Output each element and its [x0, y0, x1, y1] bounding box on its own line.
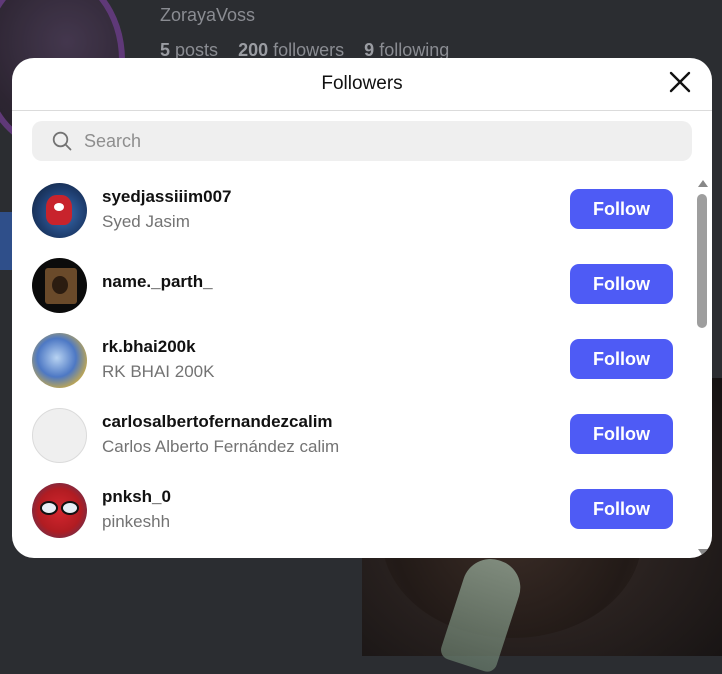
followers-list: syedjassiiim007 Syed Jasim Follow name._… — [12, 171, 712, 558]
follower-username[interactable]: pnksh_0 — [102, 485, 171, 509]
follower-username[interactable]: syedjassiiim007 — [102, 185, 231, 209]
profile-username: ZorayaVoss — [160, 5, 256, 25]
scroll-down-arrow-icon[interactable] — [698, 549, 708, 556]
avatar[interactable] — [32, 183, 87, 238]
search-icon — [52, 131, 72, 151]
list-item[interactable]: pnksh_0 pinkeshh Follow — [32, 481, 684, 541]
list-item[interactable]: syedjassiiim007 Syed Jasim Follow — [32, 181, 684, 241]
follow-button[interactable]: Follow — [570, 264, 673, 304]
follow-button[interactable]: Follow — [570, 414, 673, 454]
follower-username[interactable]: carlosalbertofernandezcalim — [102, 410, 339, 434]
follower-fullname: pinkeshh — [102, 512, 171, 531]
list-item[interactable]: name._parth_ Follow — [32, 256, 684, 316]
close-icon — [669, 71, 691, 98]
follow-button[interactable]: Follow — [570, 339, 673, 379]
list-item[interactable]: rk.bhai200k RK BHAI 200K Follow — [32, 331, 684, 391]
close-button[interactable] — [666, 70, 694, 98]
scrollbar[interactable] — [696, 180, 708, 556]
search-input[interactable] — [82, 129, 646, 153]
follower-username[interactable]: name._parth_ — [102, 270, 213, 294]
list-item[interactable]: carlosalbertofernandezcalim Carlos Alber… — [32, 406, 684, 466]
follower-fullname: Syed Jasim — [102, 212, 190, 231]
followers-modal: Followers syedjassiiim007 Syed Jasim Fol… — [12, 58, 712, 558]
avatar-placeholder[interactable] — [32, 408, 87, 463]
follower-fullname: Carlos Alberto Fernández calim — [102, 437, 340, 456]
search-bar[interactable] — [32, 121, 692, 161]
modal-title: Followers — [321, 73, 403, 94]
scrollbar-thumb[interactable] — [697, 194, 707, 328]
follow-button[interactable]: Follow — [570, 189, 673, 229]
scroll-up-arrow-icon[interactable] — [698, 180, 708, 187]
follower-fullname: RK BHAI 200K — [102, 362, 215, 381]
follower-username[interactable]: rk.bhai200k — [102, 335, 214, 359]
follow-button[interactable]: Follow — [570, 489, 673, 529]
avatar[interactable] — [32, 333, 87, 388]
list-item[interactable] — [32, 556, 684, 558]
modal-header: Followers — [12, 58, 712, 111]
avatar[interactable] — [32, 483, 87, 538]
avatar[interactable] — [32, 258, 87, 313]
